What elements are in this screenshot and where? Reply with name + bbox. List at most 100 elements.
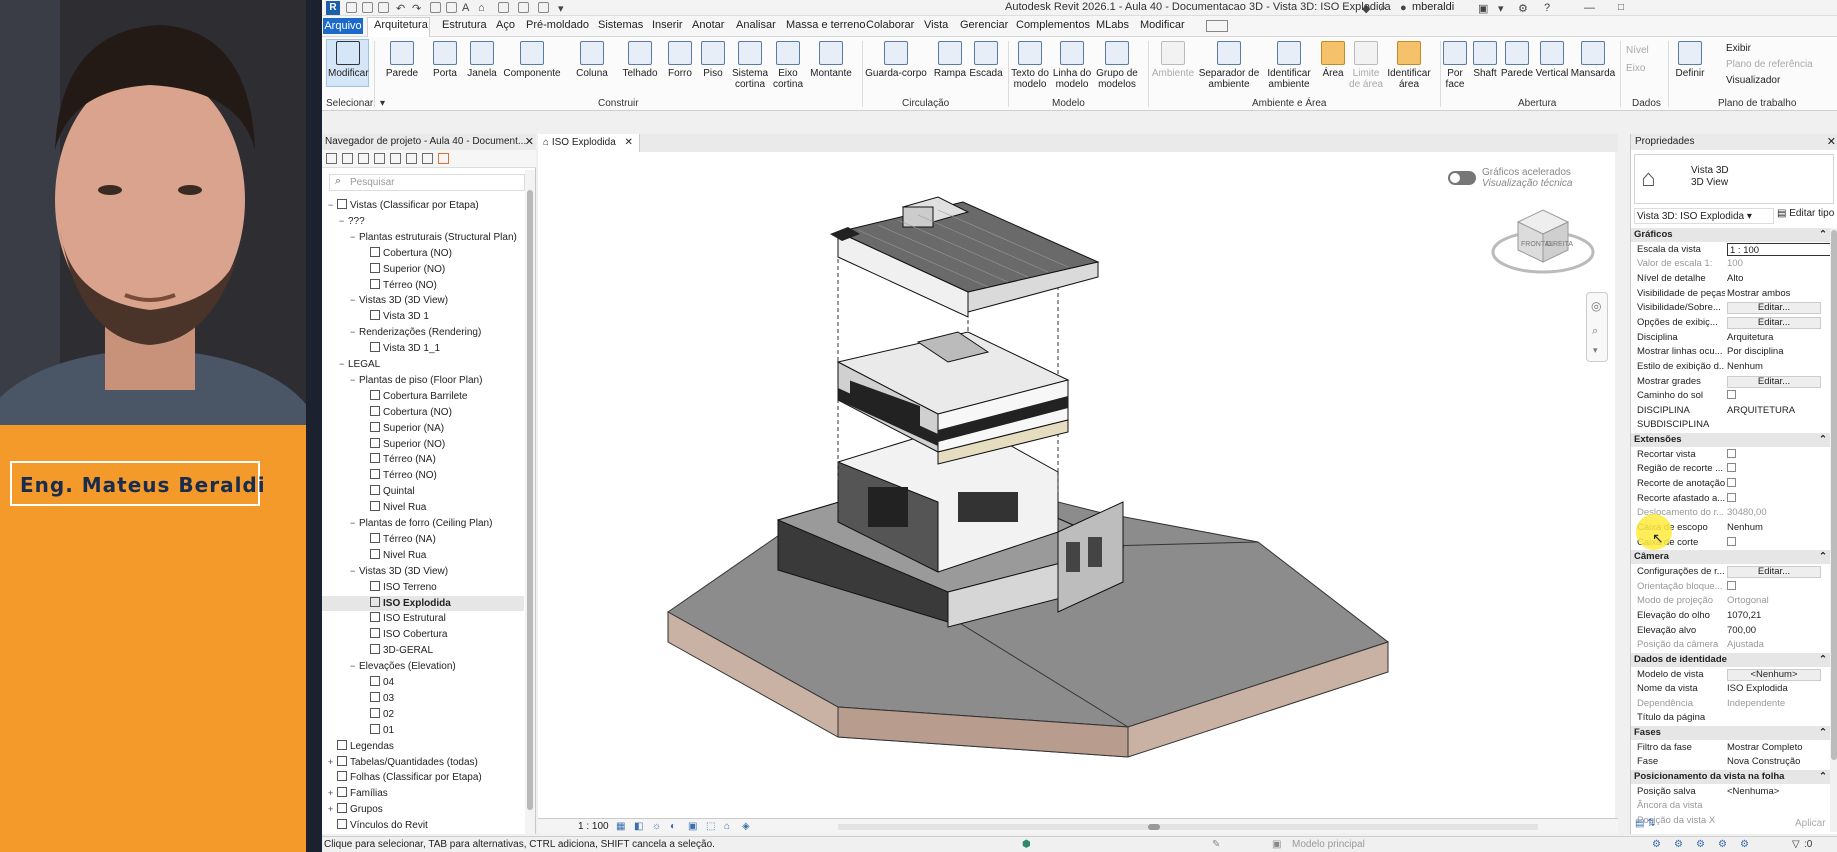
close-icon[interactable]: ✕ [625,137,633,148]
tree-node[interactable]: ISO Cobertura [361,627,447,642]
lock-view-icon[interactable]: ⌂ [724,821,730,832]
properties-help-icon[interactable]: ▤ ⇅ [1635,818,1656,829]
maximize-icon[interactable]: □ [1618,2,1624,13]
view-vertical-scrollbar[interactable] [1615,152,1625,818]
coluna-button[interactable]: Coluna [570,41,614,79]
guarda-corpo-button[interactable]: Guarda-corpo [858,41,934,79]
telhado-button[interactable]: Telhado [618,41,662,79]
eixo-cortina-button[interactable]: Eixo cortina [768,41,808,90]
save-icon[interactable] [362,2,373,13]
vertical-button[interactable]: Vertical [1534,41,1570,79]
settings-icon[interactable]: ⚙ [1518,2,1528,15]
design-options-icon[interactable]: ▣ [1272,839,1281,850]
tab-analisar[interactable]: Analisar [736,19,776,31]
checkbox[interactable] [1727,448,1736,458]
collapse-icon[interactable]: ⌃ [1819,770,1827,784]
collapse-icon[interactable]: ⌃ [1819,550,1827,564]
property-checkbox[interactable] [1727,477,1831,491]
workset-icon[interactable]: ⬢ [1022,839,1031,850]
tree-expander-icon[interactable]: − [339,357,348,372]
tree-expander-icon[interactable]: + [328,802,337,817]
tab-massa-terreno[interactable]: Massa e terreno [786,19,865,31]
linha-modelo-button[interactable]: Linha do modelo [1050,41,1094,90]
tree-expander-icon[interactable]: − [328,198,337,213]
instance-selector[interactable]: Vista 3D: ISO Explodida ▾ [1634,208,1774,224]
tree-expander-icon[interactable]: − [350,293,359,308]
close-icon[interactable]: ✕ [1827,135,1836,148]
modificar-tool[interactable]: Modificar [328,41,369,79]
property-row[interactable]: Recorte de anotação [1631,477,1831,491]
tree-node[interactable]: − LEGAL [339,357,380,372]
tree-node[interactable]: Nivel Rua [361,500,426,515]
section-icon[interactable] [498,2,509,13]
selecionar-dropdown[interactable]: Selecionar [326,98,373,109]
sistema-cortina-button[interactable]: Sistema cortina [730,41,770,90]
property-value[interactable]: Nenhum [1727,521,1831,535]
tree-node[interactable]: − Vistas 3D (3D View) [350,564,448,579]
edit-button[interactable]: <Nenhum> [1727,668,1821,681]
3d-view-icon[interactable]: ⌂ [478,2,485,14]
tab-mlabs[interactable]: MLabs [1096,19,1129,31]
property-value[interactable]: ISO Explodida [1727,682,1831,696]
collapse-icon[interactable]: ⌃ [1819,726,1827,740]
print-icon[interactable] [430,2,441,13]
accelerated-graphics-toggle[interactable] [1448,171,1476,185]
checkbox[interactable] [1727,536,1736,546]
plano-referencia-button[interactable]: Plano de referência [1726,59,1813,70]
drag-on-selection-icon[interactable]: ⚙ [1740,839,1749,850]
property-section[interactable]: Fases ⌃ [1631,726,1831,741]
tree-node[interactable]: 01 [361,723,394,738]
tab-overflow-button[interactable] [1206,20,1228,32]
tree-node[interactable]: 03 [361,691,394,706]
tree-node[interactable]: − Plantas de forro (Ceiling Plan) [350,516,492,531]
property-row[interactable]: Valor de escala 1: 100 [1631,257,1831,271]
grupo-modelos-button[interactable]: Grupo de modelos [1092,41,1142,90]
user-name[interactable]: mberaldi [1412,1,1454,13]
property-value[interactable]: Mostrar Completo [1727,741,1831,755]
scrollbar-thumb[interactable] [1148,824,1160,830]
steering-wheel-icon[interactable]: ◎ [1591,299,1601,313]
property-section[interactable]: Posicionamento da vista na folha ⌃ [1631,770,1831,785]
temporary-hide-icon[interactable]: ◈ [742,821,750,832]
property-row[interactable]: Escala da vista 1 : 100 [1631,242,1831,257]
tab-complementos[interactable]: Complementos [1016,19,1090,31]
nivel-button[interactable]: Nível [1626,45,1649,56]
shadows-icon[interactable]: ◐ [670,821,676,832]
tree-expander-icon[interactable]: + [328,786,337,801]
property-checkbox[interactable] [1727,492,1831,506]
link-icon[interactable] [438,153,449,164]
tab-inserir[interactable]: Inserir [652,19,683,31]
tree-node[interactable]: Superior (NO) [361,437,445,452]
collapse-icon[interactable]: ⌃ [1819,433,1827,447]
property-value[interactable]: Ajustada [1727,638,1831,652]
tree-node[interactable]: Cobertura (NO) [361,405,452,420]
tab-arquitetura[interactable]: Arquitetura [374,19,428,31]
apply-button[interactable]: Aplicar [1795,818,1826,829]
property-row[interactable]: Âncora da vista [1631,799,1831,813]
tab-arquivo[interactable]: Arquivo [323,18,363,34]
property-checkbox[interactable] [1727,536,1831,550]
filter-count-icon[interactable]: ▽ [1792,839,1800,850]
sheet-icon[interactable] [374,153,385,164]
tab-sistemas[interactable]: Sistemas [598,19,643,31]
tree-expander-icon[interactable]: − [339,214,348,229]
tree-node[interactable]: Vínculos do Revit [328,818,428,833]
property-row[interactable]: Mostrar grades Editar... [1631,375,1831,389]
sync-icon[interactable] [378,2,389,13]
tree-node[interactable]: − Renderizações (Rendering) [350,325,481,340]
property-row[interactable]: Mostrar linhas ocu... Por disciplina [1631,345,1831,359]
edit-button[interactable]: Editar... [1727,316,1821,329]
identificar-area-button[interactable]: Identificar área [1384,41,1434,90]
property-section[interactable]: Dados de identidade ⌃ [1631,652,1831,667]
tree-node[interactable]: Cobertura Barrilete [361,389,467,404]
crop-icon[interactable]: ⬚ [706,821,715,832]
property-row[interactable]: Nome da vista ISO Explodida [1631,682,1831,696]
tree-expander-icon[interactable]: − [350,230,359,245]
property-checkbox[interactable] [1727,389,1831,403]
tree-expander-icon[interactable]: − [350,564,359,579]
property-row[interactable]: Elevação do olho 1070,21 [1631,609,1831,623]
undo-icon[interactable]: ↶ [396,2,405,15]
identificar-ambiente-button[interactable]: Identificar ambiente [1260,41,1318,90]
property-value[interactable]: <Nenhuma> [1727,785,1831,799]
tab-estrutura[interactable]: Estrutura [442,19,487,31]
